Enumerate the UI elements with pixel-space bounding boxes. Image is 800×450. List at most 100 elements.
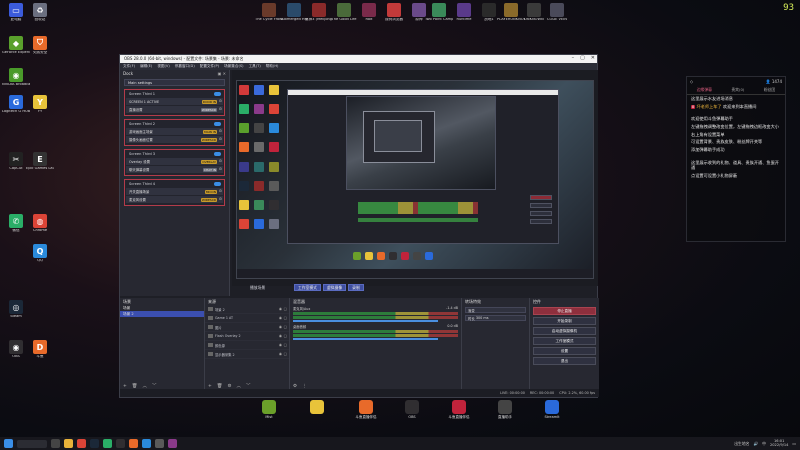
control-button[interactable]: 开始录制 bbox=[533, 317, 596, 325]
volume-icon[interactable]: 🔊 bbox=[753, 441, 758, 446]
row-settings-icon[interactable]: ⚙ bbox=[219, 107, 222, 111]
visibility-icon[interactable]: ◉ bbox=[279, 325, 282, 329]
chrome-icon[interactable] bbox=[77, 439, 86, 448]
panel-row[interactable]: 摄像头画面位置 WIDESCR ⚙ bbox=[126, 136, 223, 143]
lock-icon[interactable]: ▢ bbox=[284, 343, 287, 347]
clock[interactable]: 16:01 2022/9/14 bbox=[770, 439, 788, 448]
desktop-icon[interactable]: EEpic Games Launcher bbox=[26, 152, 54, 171]
control-button[interactable]: 退出 bbox=[533, 357, 596, 365]
explorer-icon[interactable] bbox=[64, 439, 73, 448]
control-button[interactable]: 工作室模式 bbox=[533, 337, 596, 345]
qq-icon[interactable] bbox=[142, 439, 151, 448]
transition-select[interactable]: 渐变 bbox=[465, 307, 526, 313]
toggle-switch[interactable] bbox=[214, 152, 221, 156]
lock-icon[interactable]: ▢ bbox=[284, 307, 287, 311]
start-icon[interactable] bbox=[4, 439, 13, 448]
menu-item[interactable]: 帮助(H) bbox=[266, 64, 279, 69]
desktop-icon[interactable]: 斗鱼直播伴侣 bbox=[355, 400, 377, 420]
source-item[interactable]: 颜色源 ◉ ▢ bbox=[205, 341, 289, 350]
language-indicator[interactable]: 中 bbox=[762, 441, 766, 447]
menu-item[interactable]: 视图(V) bbox=[157, 64, 169, 69]
desktop-icon[interactable]: Mist bbox=[258, 400, 280, 419]
visibility-icon[interactable]: ◉ bbox=[279, 316, 282, 320]
desktop-icon[interactable]: Q QQ bbox=[26, 244, 54, 263]
menu-item[interactable]: 停靠窗口(D) bbox=[175, 64, 195, 69]
panel-row[interactable]: 聊天弹幕设置 CHAT IN ⚙ bbox=[126, 166, 223, 173]
desktop-icon[interactable]: StreamIt bbox=[541, 400, 563, 419]
desktop-icon[interactable]: Submerged Hidden D... bbox=[280, 3, 308, 22]
desktop-icon[interactable]: The Cycle Frontier bbox=[255, 3, 283, 22]
menu-item[interactable]: 编辑(E) bbox=[140, 64, 152, 69]
desktop-icon[interactable]: ⛉ 火绒安全 bbox=[26, 36, 54, 55]
desktop-icon[interactable]: 直播助手 bbox=[494, 400, 516, 420]
add-icon[interactable]: + bbox=[123, 384, 127, 389]
panel-row[interactable]: 开关直播场景 MICON ⚙ bbox=[126, 188, 223, 195]
visibility-icon[interactable]: ◉ bbox=[279, 343, 282, 347]
menu-item[interactable]: 工具(T) bbox=[249, 64, 261, 69]
chat-tab[interactable]: 边缘弹幕 bbox=[697, 87, 712, 93]
desktop-icon[interactable]: CODE VEIN bbox=[543, 3, 571, 22]
desktop-icon[interactable]: 巫师3 (Melijong... bbox=[305, 3, 333, 22]
desktop-icon[interactable]: OBS bbox=[401, 400, 423, 419]
control-button[interactable]: 启动虚拟摄像机 bbox=[533, 327, 596, 335]
desktop-icon[interactable]: ◉NVIDIA Broadcast bbox=[2, 68, 30, 87]
menu-item[interactable]: 配置文件(P) bbox=[200, 64, 219, 69]
desktop-icon[interactable]: The Good Life bbox=[330, 3, 358, 22]
lock-icon[interactable]: ▢ bbox=[284, 334, 287, 338]
gear-icon[interactable]: ⚙ bbox=[293, 384, 297, 389]
panel-row[interactable]: 游戏画面主场景 MAIN IN ⚙ bbox=[126, 128, 223, 135]
panel-row[interactable]: SCREEN 1 ACTIVE DOOR IN ⚙ bbox=[126, 98, 223, 105]
panel-row[interactable]: 麦克风设置 WIDESCR ⚙ bbox=[126, 196, 223, 203]
transition-duration[interactable]: 时长 300 ms bbox=[465, 315, 526, 321]
desktop-icon[interactable]: D 斗鱼 bbox=[26, 340, 54, 359]
volume-slider[interactable] bbox=[293, 320, 439, 322]
add-icon[interactable]: + bbox=[208, 384, 212, 389]
source-item[interactable]: 图片 ◉ ▢ bbox=[205, 323, 289, 332]
desktop-icon[interactable]: Y YY bbox=[26, 95, 54, 114]
chat-tab[interactable]: 贵宾(0) bbox=[731, 87, 744, 93]
row-settings-icon[interactable]: ⚙ bbox=[219, 159, 222, 163]
close-icon[interactable]: ✕ bbox=[591, 55, 595, 61]
chat-tab[interactable]: 粉丝团 bbox=[764, 87, 775, 93]
desktop-icon[interactable]: ♻ 回收站 bbox=[26, 3, 54, 22]
toggle-switch[interactable] bbox=[214, 182, 221, 186]
desktop-icon[interactable]: 搜狗浏览器 bbox=[380, 3, 408, 22]
desktop-icon[interactable]: ✂ CapCut bbox=[2, 152, 30, 171]
desktop-icon[interactable]: Rolt bbox=[355, 3, 383, 22]
lock-icon[interactable]: ▢ bbox=[284, 316, 287, 320]
app-icon[interactable] bbox=[155, 439, 164, 448]
douyu-icon[interactable] bbox=[129, 439, 138, 448]
studio-button[interactable]: 工作室模式 bbox=[294, 284, 321, 291]
steam-icon[interactable] bbox=[90, 439, 99, 448]
lock-icon[interactable]: ▢ bbox=[284, 325, 287, 329]
row-settings-icon[interactable]: ⚙ bbox=[219, 197, 222, 201]
remove-icon[interactable]: 🗑 bbox=[217, 384, 223, 389]
search-box[interactable] bbox=[17, 439, 47, 448]
main-settings-row[interactable]: Main settings bbox=[124, 79, 225, 86]
panel-row[interactable]: 直播设置 WIDESCR ⚙ bbox=[126, 106, 223, 113]
row-settings-icon[interactable]: ⚙ bbox=[219, 167, 222, 171]
visibility-icon[interactable]: ◉ bbox=[279, 334, 282, 338]
toggle-switch[interactable] bbox=[214, 92, 221, 96]
obs-taskbar-icon[interactable] bbox=[116, 439, 125, 448]
dock-controls-icon[interactable]: ▣ ✕ bbox=[218, 71, 226, 76]
desktop-icon[interactable]: 斗鱼直播伴侣 bbox=[448, 400, 470, 420]
desktop-icon[interactable]: Two Point Campus bbox=[425, 3, 453, 22]
desktop-icon[interactable] bbox=[306, 400, 328, 415]
lock-icon[interactable]: ▢ bbox=[284, 352, 287, 356]
row-settings-icon[interactable]: ⚙ bbox=[219, 189, 222, 193]
wechat-icon[interactable] bbox=[103, 439, 112, 448]
source-item[interactable]: Flash Overlay 2 ◉ ▢ bbox=[205, 332, 289, 341]
panel-row[interactable]: Overlay 设置 OVERLAY ⚙ bbox=[126, 158, 223, 165]
row-settings-icon[interactable]: ⚙ bbox=[219, 99, 222, 103]
control-button[interactable]: 停止直播 bbox=[533, 307, 596, 315]
taskview-icon[interactable] bbox=[51, 439, 60, 448]
toggle-switch[interactable] bbox=[214, 122, 221, 126]
remove-icon[interactable]: 🗑 bbox=[132, 384, 138, 389]
settings-icon[interactable]: ⚙ bbox=[228, 384, 232, 389]
control-button[interactable]: 设置 bbox=[533, 347, 596, 355]
more-icon[interactable]: ⋮ bbox=[302, 384, 307, 389]
record-button[interactable]: 录制 bbox=[348, 284, 364, 291]
maximize-icon[interactable]: ▢ bbox=[580, 55, 585, 61]
desktop-icon[interactable]: ◍ Chrome bbox=[26, 214, 54, 233]
